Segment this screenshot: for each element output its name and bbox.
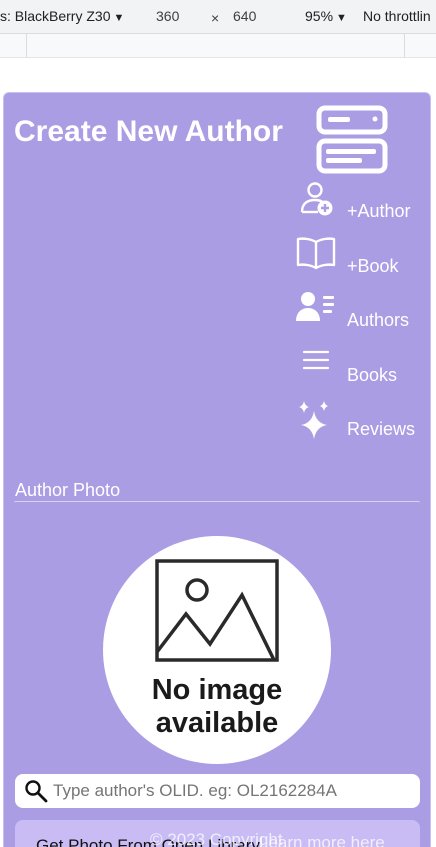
- nav-label: Reviews: [347, 419, 416, 439]
- nav-label: +Author: [347, 201, 411, 221]
- section-divider: [14, 501, 420, 503]
- zoom-select[interactable]: 95% ▼: [305, 8, 347, 24]
- times-icon: ×: [211, 10, 220, 26]
- olid-input[interactable]: [53, 774, 413, 808]
- width-field[interactable]: 360: [156, 8, 179, 24]
- throttle-select[interactable]: No throttlin: [363, 8, 431, 24]
- no-image-line: No image: [151, 674, 283, 706]
- nav-label: Books: [347, 365, 398, 385]
- height-field[interactable]: 640: [233, 8, 256, 24]
- nav-reviews[interactable]: Reviews: [296, 399, 431, 443]
- nav-label: Authors: [347, 310, 410, 330]
- user-add-icon: [300, 182, 333, 216]
- user-list-icon: [296, 292, 334, 321]
- open-book-icon: [296, 237, 336, 270]
- no-image-icon: [155, 559, 279, 662]
- ruler-tick: [26, 34, 27, 58]
- nav-books[interactable]: Books: [296, 345, 431, 389]
- emulated-viewport: Create New Author +Author +Book Authors …: [2, 86, 432, 847]
- no-image-line: available: [155, 707, 279, 739]
- caret-down-icon: ▼: [113, 12, 125, 24]
- author-form-card: Create New Author +Author +Book Authors …: [3, 92, 431, 847]
- search-icon: [25, 780, 48, 803]
- olid-search-box: [15, 774, 420, 808]
- device-select[interactable]: s: BlackBerry Z30 ▼: [0, 8, 124, 24]
- author-photo-label: Author Photo: [15, 480, 121, 500]
- nav-label: +Book: [347, 256, 399, 276]
- nav-add-author[interactable]: +Author: [296, 181, 431, 225]
- sparkles-icon: [299, 401, 328, 439]
- ruler-tick: [404, 34, 405, 58]
- nav-add-book[interactable]: +Book: [296, 236, 431, 280]
- device-label: s: BlackBerry Z30: [0, 8, 111, 24]
- page-title: Create New Author: [14, 115, 283, 148]
- caret-down-icon: ▼: [336, 12, 347, 24]
- footer-learn-more-link[interactable]: Learn more here: [259, 833, 385, 847]
- author-photo-placeholder: No image available: [103, 536, 331, 764]
- zoom-label: 95%: [305, 8, 334, 24]
- nav-authors[interactable]: Authors: [296, 290, 431, 334]
- devtools-device-toolbar: s: BlackBerry Z30 ▼ 360 × 640 95% ▼ No thr…: [0, 0, 436, 34]
- database-logo-icon[interactable]: [314, 105, 390, 175]
- media-query-ruler: [0, 34, 436, 58]
- menu-lines-icon: [302, 350, 330, 370]
- no-image-text: No image available: [103, 674, 331, 740]
